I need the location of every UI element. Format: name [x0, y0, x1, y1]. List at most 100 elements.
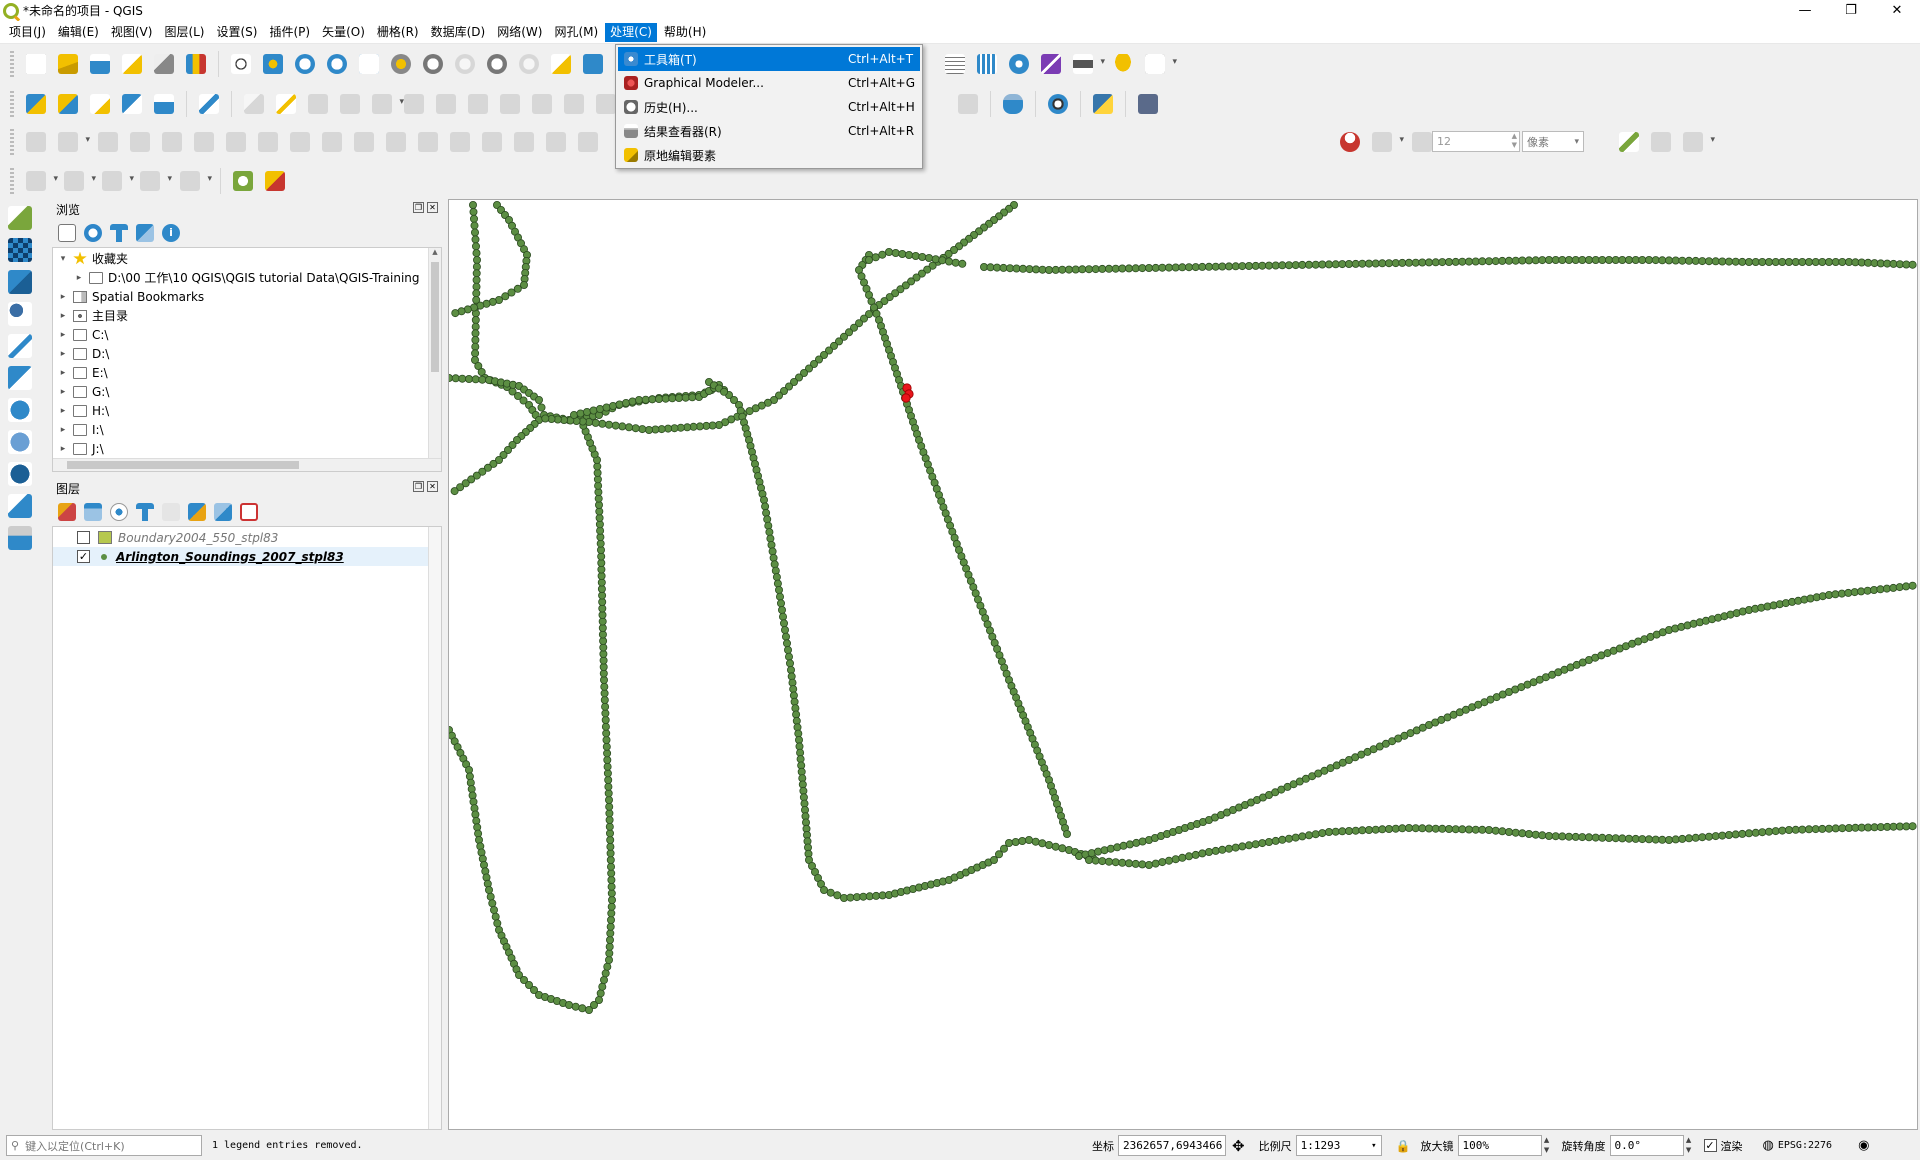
minimize-button[interactable]: — [1782, 0, 1828, 21]
menu-12[interactable]: 帮助(H) [659, 23, 711, 42]
select-features-icon[interactable] [61, 168, 96, 194]
lock-scale-icon[interactable]: 🔒 [1396, 1139, 1411, 1153]
rotate-feature-icon[interactable] [95, 129, 121, 155]
menu-0[interactable]: 项目(J) [4, 23, 51, 42]
new-virtual-layer-icon[interactable] [151, 91, 177, 117]
toolbar-handle[interactable] [10, 51, 14, 77]
processing-menu-item-2[interactable]: 历史(H)... Ctrl+Alt+H [618, 95, 920, 119]
identify-features-icon[interactable] [177, 168, 212, 194]
style-manager-icon[interactable] [183, 51, 209, 77]
measure-icon[interactable] [1070, 51, 1105, 77]
trim-extend-icon[interactable] [415, 129, 441, 155]
add-group-icon[interactable] [84, 503, 102, 521]
map-canvas[interactable] [448, 199, 1918, 1130]
magnifier-spin-buttons[interactable]: ▲ ▼ [1542, 1135, 1552, 1156]
scale-combobox[interactable]: 1:1293 ▾ [1295, 1135, 1382, 1156]
add-layer-icon[interactable] [955, 91, 981, 117]
snapping-tolerance-spinbox[interactable]: 12 ▲ ▼ [1432, 131, 1520, 152]
add-arcgis-layer-icon[interactable] [6, 524, 34, 552]
snapping-type-icon[interactable] [1369, 129, 1404, 155]
browser-item[interactable]: ▸ Spatial Bookmarks [53, 287, 441, 306]
browser-item[interactable]: ▸ G:\ [53, 382, 441, 401]
add-raster-layer-icon[interactable] [6, 236, 34, 264]
deselect-icon[interactable] [137, 168, 172, 194]
collapse-all-icon[interactable] [136, 224, 154, 242]
data-source-manager-icon[interactable] [23, 91, 49, 117]
expand-right-icon[interactable]: ▸ [57, 444, 69, 454]
browser-item[interactable]: ▸ D:\ [53, 344, 441, 363]
add-mesh-layer-icon[interactable] [6, 268, 34, 296]
merge-selected-icon[interactable] [511, 129, 537, 155]
add-ring-icon[interactable] [159, 129, 185, 155]
map-features[interactable] [449, 200, 1919, 1131]
zoom-to-selection-icon[interactable] [388, 51, 414, 77]
simplify-icon[interactable] [127, 129, 153, 155]
message-log-icon[interactable]: ◉ [1858, 1138, 1869, 1153]
help-icon[interactable] [1135, 91, 1161, 117]
add-point-feature-icon[interactable] [337, 91, 363, 117]
coordinate-field[interactable]: 2362657,6943466 [1118, 1135, 1226, 1156]
toggle-editing-icon[interactable] [273, 91, 299, 117]
snapping-magnet-icon[interactable] [1337, 129, 1363, 155]
filter-icon[interactable] [110, 224, 128, 242]
merge-attributes-icon[interactable] [543, 129, 569, 155]
layer-item[interactable]: ✓ Arlington_Soundings_2007_stpl83 [53, 547, 441, 566]
menu-3[interactable]: 图层(L) [159, 23, 209, 42]
save-layer-edits-icon[interactable] [305, 91, 331, 117]
toolbar-handle[interactable] [10, 91, 14, 117]
menu-7[interactable]: 栅格(R) [372, 23, 424, 42]
expand-right-icon[interactable]: ▸ [57, 406, 69, 416]
processing-menu-item-0[interactable]: 工具箱(T) Ctrl+Alt+T [618, 47, 920, 71]
tracing-icon[interactable] [1680, 129, 1715, 155]
fill-ring-icon[interactable] [223, 129, 249, 155]
layer-visibility-checkbox[interactable]: ✓ [77, 550, 90, 563]
add-delimited-text-icon[interactable] [6, 300, 34, 328]
processing-menu-item-3[interactable]: 结果查看器(R) Ctrl+Alt+R [618, 119, 920, 143]
menu-10[interactable]: 网孔(M) [549, 23, 603, 42]
label-tool-icon[interactable] [23, 168, 58, 194]
expand-right-icon[interactable]: ▸ [57, 387, 69, 397]
delete-ring-icon[interactable] [255, 129, 281, 155]
processing-menu-item-4[interactable]: 原地编辑要素 [618, 143, 920, 167]
expand-right-icon[interactable]: ▸ [57, 330, 69, 340]
filter-expression-icon[interactable] [162, 503, 180, 521]
new-map-view-icon[interactable] [548, 51, 574, 77]
text-annotation-icon[interactable] [1142, 51, 1177, 77]
close-panel-button[interactable]: ✕ [427, 481, 438, 492]
remove-layer-icon[interactable] [240, 503, 258, 521]
rotation-spin-buttons[interactable]: ▲ ▼ [1684, 1135, 1694, 1156]
float-panel-button[interactable]: ❐ [413, 481, 424, 492]
metasearch-icon[interactable] [1045, 91, 1071, 117]
advanced-digitizing-icon[interactable] [23, 129, 49, 155]
browser-item[interactable]: ▸ E:\ [53, 363, 441, 382]
layer-item[interactable]: Boundary2004_550_stpl83 [53, 528, 441, 547]
processing-toolbox-icon[interactable] [1006, 51, 1032, 77]
menu-2[interactable]: 视图(V) [106, 23, 158, 42]
menu-4[interactable]: 设置(S) [212, 23, 263, 42]
expand-right-icon[interactable]: ▸ [73, 273, 85, 283]
browser-item[interactable]: ▸ I:\ [53, 420, 441, 439]
db-manager-icon[interactable] [1000, 91, 1026, 117]
new-print-layout-icon[interactable] [119, 51, 145, 77]
add-wfs-layer-icon[interactable] [6, 428, 34, 456]
zoom-in-icon[interactable] [292, 51, 318, 77]
menu-11[interactable]: 处理(C) [605, 22, 657, 42]
paste-features-icon[interactable] [529, 91, 555, 117]
browser-vertical-scrollbar[interactable]: ▲ [428, 248, 441, 471]
browser-item[interactable]: ▸ D:\00 工作\10 QGIS\QGIS tutorial Data\QGI… [53, 268, 441, 287]
toolbar-handle[interactable] [10, 168, 14, 194]
expand-right-icon[interactable]: ▸ [57, 425, 69, 435]
zoom-to-layer-icon[interactable] [420, 51, 446, 77]
menu-6[interactable]: 矢量(O) [317, 23, 370, 42]
reshape-icon[interactable] [319, 129, 345, 155]
locator-search-input[interactable]: ⚲ 键入以定位(Ctrl+K) [6, 1135, 202, 1156]
browser-item[interactable]: ▾ 收藏夹 [53, 249, 441, 268]
add-vector-layer-icon[interactable] [6, 204, 34, 232]
copy-features-icon[interactable] [497, 91, 523, 117]
menu-1[interactable]: 编辑(E) [53, 23, 104, 42]
map-tips-icon[interactable] [1110, 51, 1136, 77]
layers-vertical-scrollbar[interactable] [428, 527, 441, 1129]
add-wms-layer-icon[interactable] [6, 396, 34, 424]
rotate-symbols-icon[interactable] [575, 129, 601, 155]
crs-value[interactable]: EPSG:2276 [1778, 1140, 1832, 1151]
